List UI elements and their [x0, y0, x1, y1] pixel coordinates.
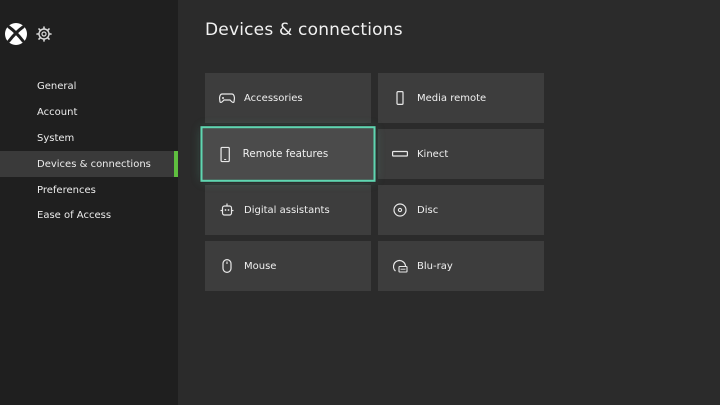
tile-label: Disc: [417, 204, 439, 216]
kinect-icon: [392, 146, 408, 162]
tile-label: Media remote: [417, 92, 487, 104]
tile-disc[interactable]: Disc: [378, 185, 544, 235]
page-title: Devices & connections: [205, 20, 403, 40]
tile-remote-features[interactable]: Remote features: [200, 126, 376, 182]
sidebar-item-preferences[interactable]: Preferences: [0, 177, 178, 203]
sidebar-item-label: General: [37, 81, 77, 93]
sidebar-item-ease-of-access[interactable]: Ease of Access: [0, 203, 178, 229]
tile-accessories[interactable]: Accessories: [205, 73, 371, 123]
sidebar-item-label: Devices & connections: [37, 158, 151, 170]
tile-media-remote[interactable]: Media remote: [378, 73, 544, 123]
gamepad-icon: [219, 90, 235, 106]
xbox-logo-icon: [5, 23, 27, 45]
mouse-icon: [219, 258, 235, 274]
phone-icon: [217, 146, 233, 162]
sidebar-item-label: System: [37, 132, 75, 144]
sidebar-item-label: Preferences: [37, 184, 96, 196]
tile-label: Mouse: [244, 260, 277, 272]
tile-label: Digital assistants: [244, 204, 330, 216]
disc-icon: [392, 202, 408, 218]
tile-digital-assistants[interactable]: Digital assistants: [205, 185, 371, 235]
gear-icon[interactable]: [36, 26, 52, 42]
sidebar-item-label: Account: [37, 107, 78, 119]
tile-kinect[interactable]: Kinect: [378, 129, 544, 179]
sidebar-item-account[interactable]: Account: [0, 100, 178, 126]
tile-label: Kinect: [417, 148, 449, 160]
sidebar: General Account System Devices & connect…: [0, 0, 178, 405]
bluray-icon: [392, 258, 408, 274]
settings-grid: Accessories Media remote Remote features…: [200, 73, 545, 293]
tile-label: Remote features: [242, 148, 329, 160]
sidebar-item-devices-connections[interactable]: Devices & connections: [0, 151, 178, 178]
tile-blu-ray[interactable]: Blu-ray: [378, 241, 544, 291]
tile-mouse[interactable]: Mouse: [205, 241, 371, 291]
sidebar-item-label: Ease of Access: [37, 210, 112, 222]
assistant-icon: [219, 202, 235, 218]
sidebar-item-system[interactable]: System: [0, 126, 178, 152]
sidebar-nav: General Account System Devices & connect…: [0, 74, 178, 229]
sidebar-item-general[interactable]: General: [0, 74, 178, 100]
tile-label: Accessories: [244, 92, 303, 104]
tile-label: Blu-ray: [417, 260, 453, 272]
remote-icon: [392, 90, 408, 106]
